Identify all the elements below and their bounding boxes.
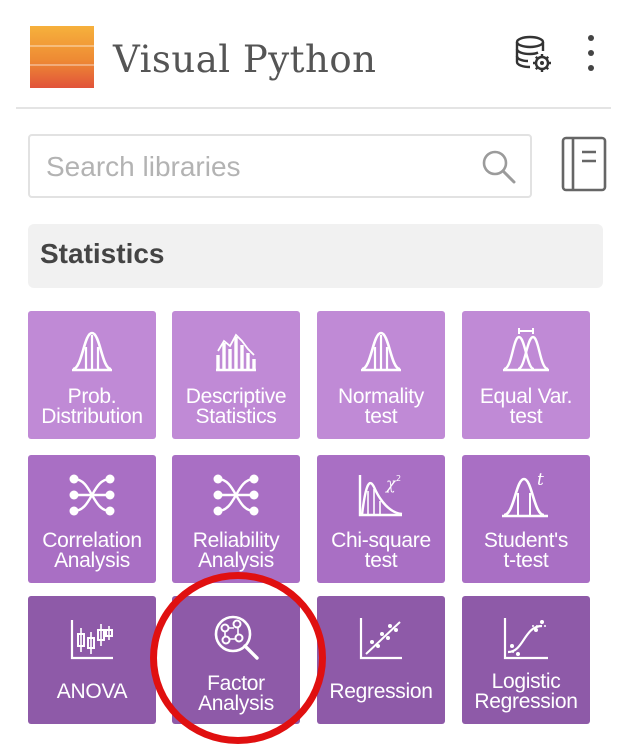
tile-normality-test[interactable]: Normality test — [317, 311, 445, 439]
visual-python-logo — [30, 26, 94, 88]
logistic-curve-icon — [503, 618, 548, 660]
tile-prob-distribution[interactable]: Prob. Distribution — [28, 311, 156, 439]
tile-label: Equal Var. test — [479, 385, 573, 428]
tile-logistic-regression[interactable]: Logistic Regression — [462, 596, 590, 724]
more-menu-icon[interactable] — [582, 32, 600, 74]
search-input[interactable] — [44, 142, 468, 192]
app-title: Visual Python — [113, 38, 377, 81]
t-distribution-icon: t — [502, 470, 548, 518]
tile-label: Chi-square test — [331, 529, 431, 572]
tile-label: Logistic Regression — [474, 670, 578, 713]
tile-label: ANOVA — [56, 680, 128, 703]
header-divider — [16, 107, 611, 109]
tile-label: Prob. Distribution — [41, 385, 143, 428]
tile-label: Regression — [329, 680, 433, 703]
scatter-trend-icon — [359, 618, 402, 660]
tile-label: Student's t-test — [483, 529, 569, 572]
tile-reliability-analysis[interactable]: Reliability Analysis — [172, 455, 300, 583]
bell-curve-icon — [361, 331, 401, 372]
tile-regression[interactable]: Regression — [317, 596, 445, 724]
search-box — [28, 134, 532, 198]
tile-correlation-analysis[interactable]: Correlation Analysis — [28, 455, 156, 583]
tile-equal-var-test[interactable]: Equal Var. test — [462, 311, 590, 439]
database-settings-icon[interactable] — [513, 34, 553, 74]
candlestick-icon — [70, 620, 113, 660]
histogram-icon — [216, 333, 256, 372]
tile-label: Factor Analysis — [198, 672, 274, 715]
network-icon — [69, 474, 115, 516]
tile-label: Normality test — [338, 385, 424, 428]
tile-label: Descriptive Statistics — [185, 385, 287, 428]
factor-search-icon — [214, 615, 259, 660]
app-header: Visual Python — [0, 0, 628, 108]
statistics-section-header[interactable]: Statistics — [28, 224, 603, 288]
bell-curve-icon — [72, 331, 112, 372]
search-icon[interactable] — [480, 148, 518, 186]
tile-label: Correlation Analysis — [42, 529, 142, 572]
notebook-icon[interactable] — [560, 135, 608, 193]
tile-students-t-test[interactable]: t Student's t-test — [462, 455, 590, 583]
section-title: Statistics — [40, 238, 165, 269]
tile-descriptive-statistics[interactable]: Descriptive Statistics — [172, 311, 300, 439]
chi-square-distribution-icon: χ 2 — [358, 474, 403, 517]
tile-anova[interactable]: ANOVA — [28, 596, 156, 724]
overlapping-curves-icon — [503, 328, 549, 372]
tile-factor-analysis[interactable]: Factor Analysis — [172, 596, 300, 724]
tile-label: Reliability Analysis — [192, 529, 280, 572]
svg-text:2: 2 — [396, 474, 401, 483]
network-icon — [213, 474, 259, 516]
tile-chi-square-test[interactable]: χ 2 Chi-square test — [317, 455, 445, 583]
svg-text:t: t — [537, 470, 544, 490]
